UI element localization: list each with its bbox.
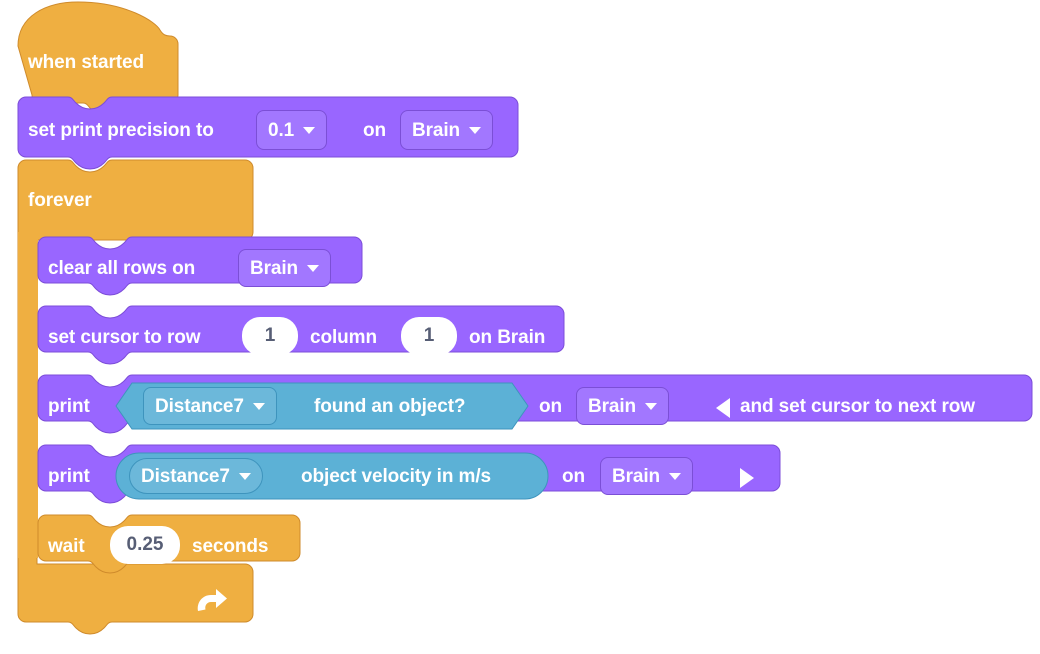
print-object-velocity-label: print [48,464,90,488]
chevron-down-icon [469,127,481,134]
triangle-right-icon[interactable] [740,466,754,490]
print-found-object-on-label: on [539,394,562,418]
chevron-down-icon [253,403,265,410]
blocks-workspace[interactable]: when started set print precision to 0.1 … [0,0,1040,654]
chevron-down-icon [307,265,319,272]
print-precision-device-dropdown[interactable]: Brain [400,110,493,150]
chevron-down-icon [239,473,251,480]
chevron-down-icon [645,403,657,410]
print-precision-dropdown[interactable]: 0.1 [256,110,327,150]
wait-label: wait [48,534,85,558]
set-cursor-column-input[interactable]: 1 [401,317,457,355]
triangle-left-icon[interactable] [716,396,730,420]
clear-all-rows-label: clear all rows on [48,256,195,280]
set-cursor-row-input[interactable]: 1 [242,317,298,355]
print-precision-device-value: Brain [412,121,460,140]
forever-block-spine [18,232,38,558]
set-print-precision-on-label: on [363,118,386,142]
when-started-label: when started [28,50,144,74]
print-precision-value: 0.1 [268,121,294,140]
print-object-velocity-output-dropdown[interactable]: Brain [600,457,693,495]
chevron-down-icon [303,127,315,134]
clear-all-rows-device-dropdown[interactable]: Brain [238,249,331,287]
print-found-object-device-value: Distance7 [155,397,244,416]
chevron-down-icon [669,473,681,480]
print-found-object-label: print [48,394,90,418]
print-found-object-reporter-label: found an object? [314,394,465,418]
print-found-object-next-row-label: and set cursor to next row [740,394,975,418]
print-object-velocity-device-dropdown[interactable]: Distance7 [129,458,263,494]
print-object-velocity-on-label: on [562,464,585,488]
wait-seconds-label: seconds [192,534,268,558]
print-found-object-output-dropdown[interactable]: Brain [576,387,669,425]
set-cursor-label: set cursor to row [48,325,200,349]
print-found-object-device-dropdown[interactable]: Distance7 [143,387,277,425]
print-object-velocity-reporter-label: object velocity in m/s [301,464,491,488]
print-object-velocity-output-value: Brain [612,467,660,486]
wait-seconds-input[interactable]: 0.25 [110,526,180,564]
set-print-precision-label: set print precision to [28,118,214,142]
print-object-velocity-device-value: Distance7 [141,467,230,486]
forever-label: forever [28,188,92,212]
print-found-object-output-value: Brain [588,397,636,416]
set-cursor-on-brain-label: on Brain [469,325,545,349]
clear-all-rows-device-value: Brain [250,259,298,278]
set-cursor-column-label: column [310,325,377,349]
